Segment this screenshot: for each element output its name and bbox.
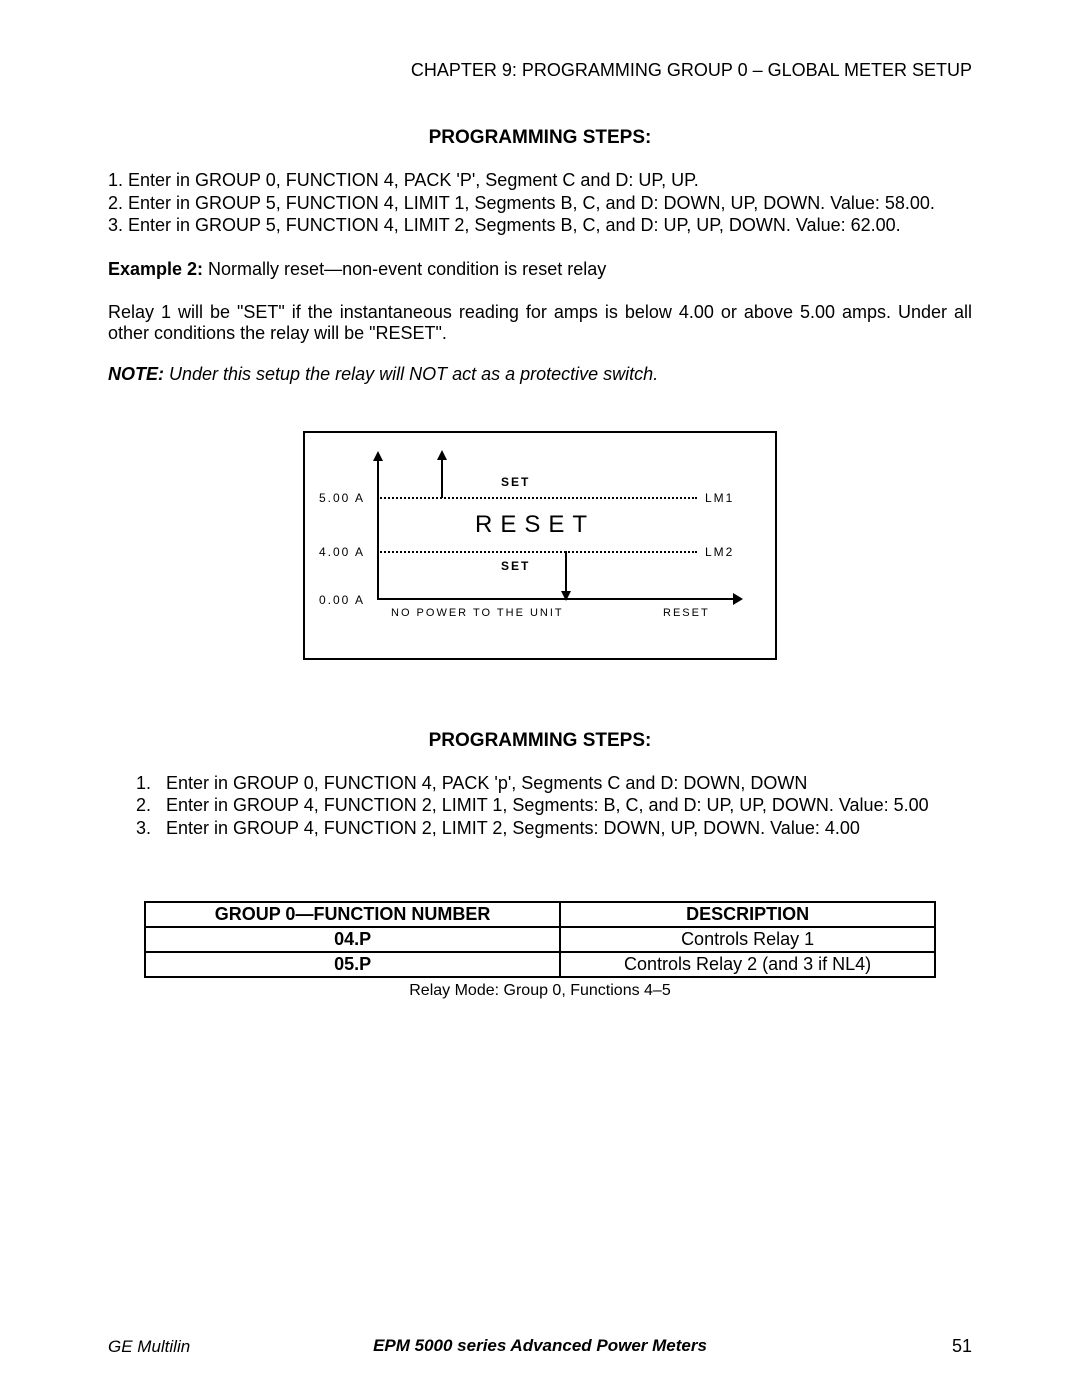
- table-caption: Relay Mode: Group 0, Functions 4–5: [108, 982, 972, 1000]
- lm1-label: LM1: [705, 491, 734, 505]
- table-cell: Controls Relay 1: [560, 927, 935, 952]
- example-line: Example 2: Normally reset—non-event cond…: [108, 259, 972, 280]
- step2-2-text: Enter in GROUP 4, FUNCTION 2, LIMIT 1, S…: [166, 794, 929, 817]
- table-header-col1: GROUP 0—FUNCTION NUMBER: [145, 902, 560, 927]
- table-cell: Controls Relay 2 (and 3 if NL4): [560, 952, 935, 977]
- relay-diagram: 5.00 A 4.00 A 0.00 A LM1 LM2 SET SET RES…: [303, 431, 777, 660]
- note-label: NOTE:: [108, 364, 164, 384]
- x-axis-arrow-icon: [733, 593, 743, 605]
- page-footer: GE Multilin EPM 5000 series Advanced Pow…: [108, 1336, 972, 1357]
- y-tick-0: 0.00 A: [319, 593, 365, 607]
- step2-2-num: 2.: [136, 794, 166, 817]
- y-tick-4: 4.00 A: [319, 545, 365, 559]
- down-arrow-icon: [565, 551, 567, 593]
- limit-line-lm1: [377, 497, 697, 499]
- limit-line-lm2: [377, 551, 697, 553]
- example-text: Normally reset—non-event condition is re…: [203, 259, 606, 279]
- steps-list-2: 1. Enter in GROUP 0, FUNCTION 4, PACK 'p…: [108, 772, 972, 840]
- table-row: 04.P Controls Relay 1: [145, 927, 935, 952]
- step-3: 3. Enter in GROUP 5, FUNCTION 4, LIMIT 2…: [108, 214, 972, 237]
- reset-label-bottom: RESET: [663, 607, 710, 619]
- y-axis: [377, 458, 379, 598]
- step2-3-num: 3.: [136, 817, 166, 840]
- set-label-bottom: SET: [501, 559, 530, 573]
- reset-label-center: RESET: [475, 511, 595, 539]
- section-title-1: PROGRAMMING STEPS:: [108, 127, 972, 149]
- step-1: 1. Enter in GROUP 0, FUNCTION 4, PACK 'P…: [108, 169, 972, 192]
- table-cell: 04.P: [145, 927, 560, 952]
- step2-2: 2. Enter in GROUP 4, FUNCTION 2, LIMIT 1…: [136, 794, 972, 817]
- function-table: GROUP 0—FUNCTION NUMBER DESCRIPTION 04.P…: [144, 901, 936, 978]
- table-header-row: GROUP 0—FUNCTION NUMBER DESCRIPTION: [145, 902, 935, 927]
- lm2-label: LM2: [705, 545, 734, 559]
- footer-left: GE Multilin: [108, 1337, 190, 1357]
- table-row: 05.P Controls Relay 2 (and 3 if NL4): [145, 952, 935, 977]
- step2-3: 3. Enter in GROUP 4, FUNCTION 2, LIMIT 2…: [136, 817, 972, 840]
- y-axis-arrow-icon: [373, 451, 383, 461]
- relay-paragraph: Relay 1 will be "SET" if the instantaneo…: [108, 302, 972, 344]
- steps-list-1: 1. Enter in GROUP 0, FUNCTION 4, PACK 'P…: [108, 169, 972, 237]
- note-line: NOTE: Under this setup the relay will NO…: [108, 364, 972, 385]
- chapter-header: CHAPTER 9: PROGRAMMING GROUP 0 – GLOBAL …: [108, 60, 972, 81]
- example-label: Example 2:: [108, 259, 203, 279]
- table-cell: 05.P: [145, 952, 560, 977]
- footer-page-number: 51: [952, 1336, 972, 1357]
- step-2: 2. Enter in GROUP 5, FUNCTION 4, LIMIT 1…: [108, 192, 972, 215]
- section-title-2: PROGRAMMING STEPS:: [108, 730, 972, 752]
- x-axis: [377, 598, 735, 600]
- footer-center: EPM 5000 series Advanced Power Meters: [108, 1336, 972, 1356]
- note-text: Under this setup the relay will NOT act …: [164, 364, 658, 384]
- step2-1: 1. Enter in GROUP 0, FUNCTION 4, PACK 'p…: [136, 772, 972, 795]
- y-tick-5: 5.00 A: [319, 491, 365, 505]
- page: CHAPTER 9: PROGRAMMING GROUP 0 – GLOBAL …: [0, 0, 1080, 1397]
- step2-1-text: Enter in GROUP 0, FUNCTION 4, PACK 'p', …: [166, 772, 807, 795]
- table-header-col2: DESCRIPTION: [560, 902, 935, 927]
- no-power-label: NO POWER TO THE UNIT: [391, 607, 564, 619]
- diagram-container: 5.00 A 4.00 A 0.00 A LM1 LM2 SET SET RES…: [108, 431, 972, 660]
- up-arrow-icon: [441, 458, 443, 498]
- step2-1-num: 1.: [136, 772, 166, 795]
- set-label-top: SET: [501, 475, 530, 489]
- step2-3-text: Enter in GROUP 4, FUNCTION 2, LIMIT 2, S…: [166, 817, 860, 840]
